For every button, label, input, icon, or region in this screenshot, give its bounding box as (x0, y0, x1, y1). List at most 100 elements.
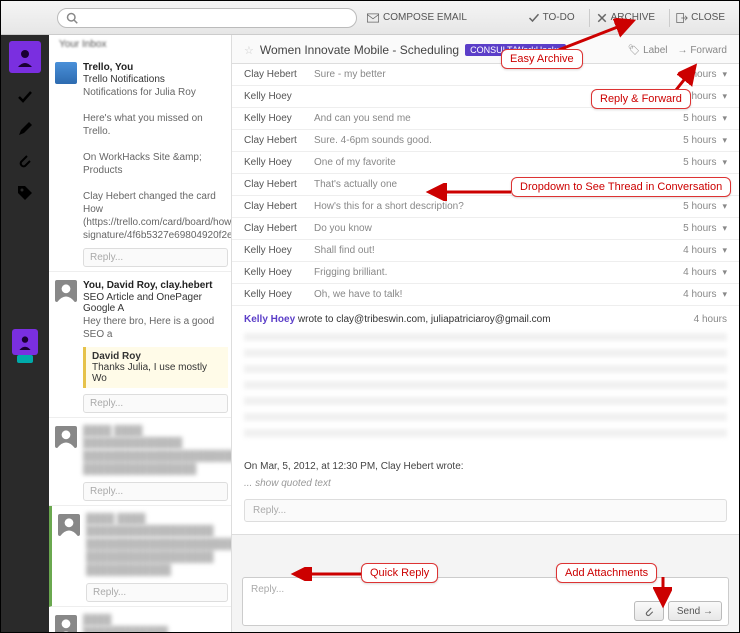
list-item[interactable]: You, David Roy, clay.hebert SEO Article … (49, 272, 238, 418)
chevron-down-icon[interactable]: ▾ (722, 245, 727, 256)
chevron-down-icon[interactable]: ▾ (722, 201, 727, 212)
pencil-sidebar-icon[interactable] (17, 121, 33, 137)
annotation-add-attachments: Add Attachments (556, 563, 657, 583)
thread-time: 5 hours (661, 201, 716, 212)
avatar (58, 514, 80, 536)
tag-sidebar-icon[interactable] (17, 185, 33, 201)
list-item[interactable]: ████ ██████████████████████ ████████████… (49, 506, 238, 607)
thread-row[interactable]: Kelly HoeyFrigging brilliant.4 hours▾ (232, 262, 739, 284)
inline-reply[interactable]: Reply... (83, 394, 228, 413)
thread-sender: Clay Hebert (244, 179, 314, 190)
thread-sender: Kelly Hoey (244, 157, 314, 168)
thread-row[interactable]: Clay HebertDo you know5 hours ▾ (232, 218, 739, 240)
left-sidebar (1, 35, 49, 632)
thread-sender: Kelly Hoey (244, 91, 314, 102)
list-item[interactable]: ████ ██████████████████ ████████████████… (49, 418, 238, 506)
nested-reply: David Roy Thanks Julia, I use mostly Wo (83, 347, 228, 388)
chevron-down-icon[interactable]: ▾ (722, 113, 727, 124)
conversation-title: Women Innovate Mobile - Scheduling (260, 43, 459, 57)
thread-snippet: Frigging brilliant. (314, 267, 661, 278)
attachment-sidebar-icon[interactable] (17, 153, 33, 169)
msg-from: Trello, You (83, 62, 228, 73)
thread-snippet: Sure - my better (314, 69, 661, 80)
conversation-detail: ☆ Women Innovate Mobile - Scheduling CON… (231, 35, 739, 632)
thread-sender: Kelly Hoey (244, 267, 314, 278)
inbox-header: Your Inbox (49, 35, 238, 54)
msg-body: Notifications for Julia Roy Here's what … (83, 86, 228, 242)
chevron-down-icon[interactable]: ▾ (722, 69, 727, 80)
chevron-down-icon[interactable]: ▾ (722, 223, 727, 234)
chevron-down-icon[interactable]: ▾ (722, 289, 727, 300)
thread-time: 4 hours (661, 245, 716, 256)
annotation-quick-reply: Quick Reply (361, 563, 438, 583)
list-item[interactable]: ████████████████ ██████████████ Reply... (49, 607, 238, 632)
msg-from: You, David Roy, clay.hebert (83, 280, 228, 291)
thread-snippet: Do you know (314, 223, 661, 234)
expanded-message: Kelly Hoey wrote to clay@tribeswin.com, … (232, 306, 739, 535)
check-icon (528, 12, 540, 24)
person-silhouette-icon (15, 47, 35, 67)
profile-avatar[interactable] (9, 41, 41, 73)
message-body-blurred (244, 333, 727, 443)
expanded-recipients: wrote to clay@tribeswin.com, juliapatric… (298, 314, 551, 325)
thread-row[interactable]: Clay HebertSure. 4-6pm sounds good.5 hou… (232, 130, 739, 152)
thread-row[interactable]: Kelly HoeyOh, we have to talk!4 hours▾ (232, 284, 739, 306)
thread-row[interactable]: Kelly HoeyAnd can you send me5 hours ▾ (232, 108, 739, 130)
compose-email-button[interactable]: COMPOSE EMAIL (367, 12, 467, 24)
thread-time: 5 hours (661, 113, 716, 124)
star-icon[interactable]: ☆ (244, 44, 254, 57)
annotation-easy-archive: Easy Archive (501, 49, 583, 69)
annotation-reply-forward: Reply & Forward (591, 89, 691, 109)
list-item[interactable]: Trello, You Trello Notifications Notific… (49, 54, 238, 272)
person-silhouette-icon (17, 334, 33, 350)
msg-subject: SEO Article and OnePager Google A (83, 292, 228, 314)
thread-sender: Kelly Hoey (244, 245, 314, 256)
inline-reply[interactable]: Reply... (83, 248, 228, 267)
nested-body: Thanks Julia, I use mostly Wo (92, 362, 222, 384)
chevron-down-icon[interactable]: ▾ (722, 267, 727, 278)
inline-reply[interactable]: Reply... (83, 482, 228, 501)
chevron-down-icon[interactable]: ▾ (722, 135, 727, 146)
thread-row[interactable]: Kelly HoeyShall find out!4 hours ▾ (232, 240, 739, 262)
search-box[interactable] (57, 8, 357, 28)
thread-time: 4 hours (661, 289, 716, 300)
thread-time: 5 hours (661, 135, 716, 146)
check-sidebar-icon[interactable] (17, 89, 33, 105)
chevron-down-icon[interactable]: ▾ (722, 91, 727, 102)
thread-sender: Clay Hebert (244, 201, 314, 212)
search-input[interactable] (78, 12, 348, 24)
exit-icon (676, 12, 688, 24)
secondary-avatar[interactable] (12, 329, 38, 355)
thread-snippet: Shall find out! (314, 245, 661, 256)
thread-sender: Clay Hebert (244, 135, 314, 146)
thread-sender: Clay Hebert (244, 69, 314, 80)
thread-snippet: And can you send me (314, 113, 661, 124)
inline-reply[interactable]: Reply... (86, 583, 228, 602)
inline-reply[interactable]: Reply... (244, 499, 727, 522)
avatar (55, 280, 77, 302)
show-quoted-toggle[interactable]: ... show quoted text (244, 478, 727, 489)
close-button[interactable]: CLOSE (669, 9, 731, 27)
thread-sender: Clay Hebert (244, 223, 314, 234)
thread-snippet: Oh, we have to talk! (314, 289, 661, 300)
thread-time: 5 hours (661, 157, 716, 168)
msg-body: Hey there bro, Here is a good SEO a (83, 315, 228, 341)
thread-row[interactable]: Kelly HoeyOne of my favorite5 hours ▾ (232, 152, 739, 174)
thread-time: 5 hours (661, 223, 716, 234)
compose-label: COMPOSE EMAIL (383, 12, 467, 23)
close-label: CLOSE (691, 12, 725, 23)
forward-button[interactable]: → Forward (678, 45, 727, 56)
inbox-list: Your Inbox Trello, You Trello Notificati… (49, 35, 239, 632)
detail-header: ☆ Women Innovate Mobile - Scheduling CON… (232, 35, 739, 64)
nested-from: David Roy (92, 351, 222, 362)
expanded-sender: Kelly Hoey (244, 314, 295, 325)
chevron-down-icon[interactable]: ▾ (722, 157, 727, 168)
search-icon (66, 12, 78, 24)
thread-sender: Kelly Hoey (244, 113, 314, 124)
thread-snippet: How's this for a short description? (314, 201, 661, 212)
thread-row[interactable]: Clay HebertSure - my better5 hours▾ (232, 64, 739, 86)
thread-snippet: One of my favorite (314, 157, 661, 168)
reply-placeholder: Reply... (251, 584, 720, 595)
send-button[interactable]: Send → (668, 601, 722, 621)
avatar (55, 426, 77, 448)
